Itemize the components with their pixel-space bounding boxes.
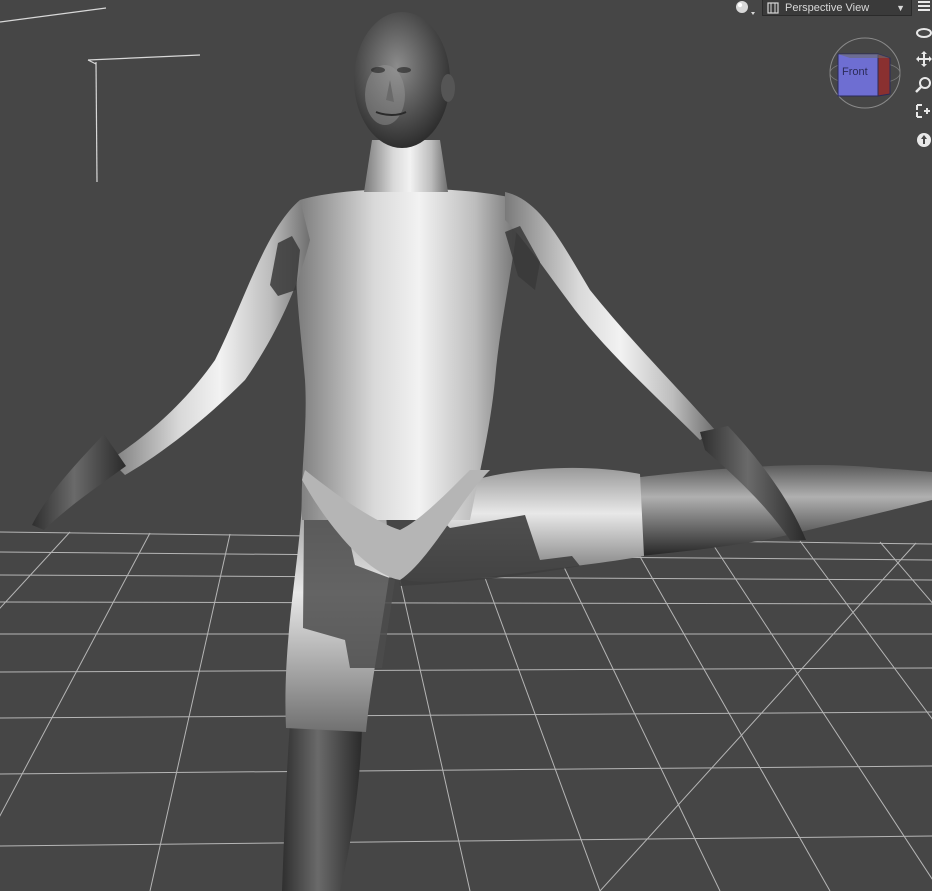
- shading-mode-button[interactable]: [733, 0, 757, 18]
- pan-icon: [916, 51, 932, 67]
- scene-canvas: [0, 7, 932, 891]
- chevron-down-icon: ▼: [896, 2, 905, 13]
- view-cube[interactable]: Front: [828, 36, 902, 110]
- ground-grid: [0, 531, 932, 891]
- viewport-menu-button[interactable]: [914, 0, 932, 18]
- orbit-tool[interactable]: [914, 24, 932, 42]
- frame-tool[interactable]: [914, 102, 932, 120]
- zoom-icon: [915, 77, 931, 93]
- frame-icon: [916, 104, 930, 118]
- camera-view-label: Perspective View: [785, 1, 870, 14]
- camera-view-dropdown[interactable]: Perspective View ▼: [762, 0, 912, 16]
- view-cube-face-label: Front: [842, 66, 868, 78]
- pan-tool[interactable]: [914, 50, 932, 68]
- sphere-shading-icon: [736, 1, 755, 15]
- human-figure: [32, 12, 932, 891]
- reset-view-icon: [917, 133, 931, 147]
- 3d-viewport[interactable]: Perspective View ▼ Front: [0, 0, 932, 891]
- bounding-box-lines: [0, 7, 201, 183]
- menu-icon: [918, 1, 930, 11]
- reset-view-tool[interactable]: [914, 130, 932, 148]
- orbit-icon: [916, 28, 932, 38]
- zoom-tool[interactable]: [914, 76, 932, 94]
- camera-icon: [767, 1, 779, 14]
